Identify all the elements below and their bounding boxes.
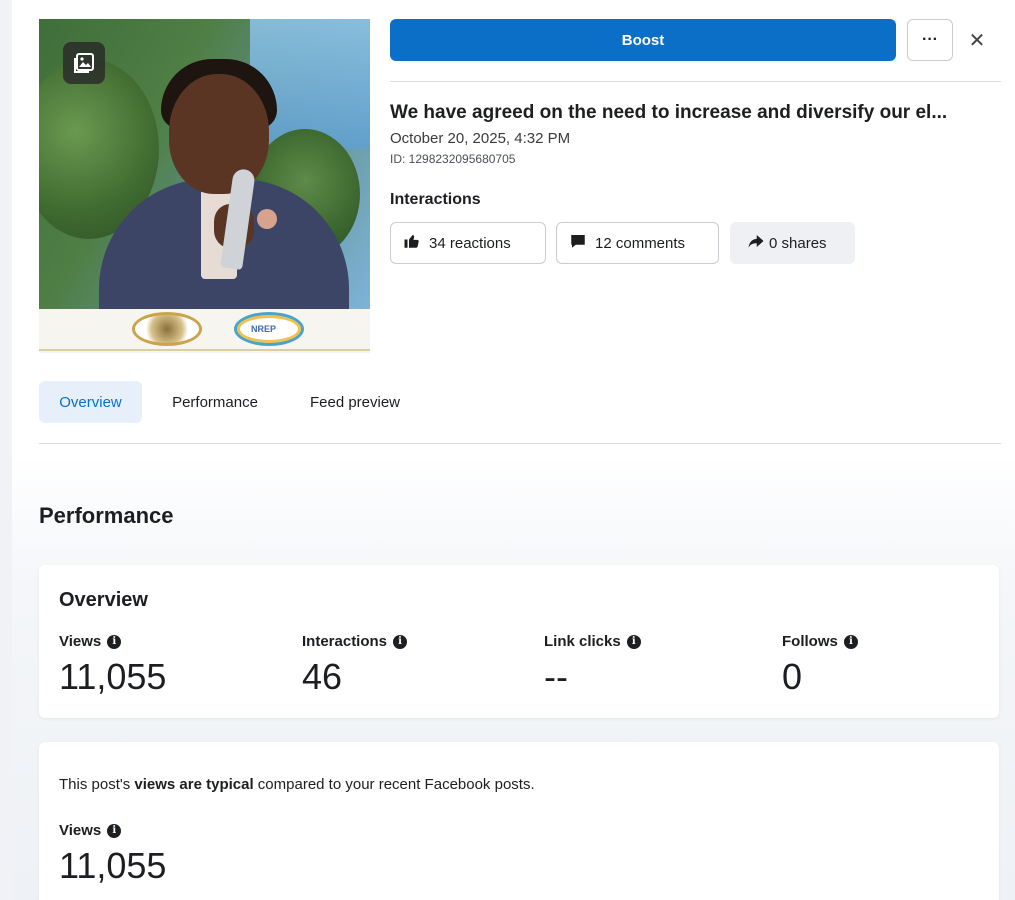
metric-label: Views [59,822,102,839]
info-icon[interactable]: i [393,634,408,649]
metric-label: Follows [782,633,838,650]
post-thumbnail[interactable]: NREP [39,19,370,353]
tabs-divider [39,443,1001,444]
metric-value: 0 [782,656,803,697]
metric-link-clicks: Link clicks i -- [544,633,641,698]
divider [390,81,1001,82]
info-icon[interactable]: i [626,634,641,649]
reactions-count: 34 reactions [429,234,511,252]
interactions-label: Interactions [390,191,481,208]
reactions-chip[interactable]: 34 reactions [390,222,546,264]
more-options-icon[interactable]: ··· [907,19,953,61]
performance-heading: Performance [39,503,174,528]
metric-label: Views [59,633,102,650]
overview-card: Overview Views i 11,055 Interactions i 46 … [39,565,999,718]
post-title: We have agreed on the need to increase a… [390,102,948,123]
info-icon[interactable]: i [107,823,122,838]
metric-label: Interactions [302,633,388,650]
metric-views: Views i 11,055 [59,633,166,698]
tab-feed-preview[interactable]: Feed preview [290,381,420,423]
thumbnail-logos: NREP [39,309,370,353]
post-id: ID: 1298232095680705 [390,152,516,166]
close-icon[interactable]: ✕ [963,26,991,54]
typical-views-card: This post's views are typical compared t… [39,742,999,900]
tab-overview[interactable]: Overview [39,381,142,423]
typical-views-metric: Views i 11,055 [59,822,166,887]
post-date: October 20, 2025, 4:32 PM [390,130,571,147]
shares-chip[interactable]: 0 shares [730,222,855,264]
coat-of-arms-logo [132,312,202,346]
metric-follows: Follows i 0 [782,633,858,698]
metric-interactions: Interactions i 46 [302,633,408,698]
metric-value: 11,055 [59,656,167,697]
typical-views-text: This post's views are typical compared t… [59,776,535,793]
comments-count: 12 comments [595,234,686,252]
info-icon[interactable]: i [107,634,122,649]
metric-value: 46 [302,656,343,697]
page-edge [0,0,12,900]
overview-card-title: Overview [59,589,148,611]
nrep-logo: NREP [234,312,304,346]
share-arrow-icon [747,232,765,254]
metric-value: -- [544,656,568,697]
post-photo [39,19,370,329]
comments-chip[interactable]: 12 comments [556,222,719,264]
tab-performance[interactable]: Performance [151,381,279,423]
boost-button[interactable]: Boost [390,19,896,61]
metric-value: 11,055 [59,845,167,886]
metric-label: Link clicks [544,633,621,650]
comment-bubble-icon [569,232,587,254]
photo-album-icon [63,42,105,84]
thumbs-up-icon [403,232,421,254]
shares-count: 0 shares [769,234,827,252]
info-icon[interactable]: i [843,634,858,649]
